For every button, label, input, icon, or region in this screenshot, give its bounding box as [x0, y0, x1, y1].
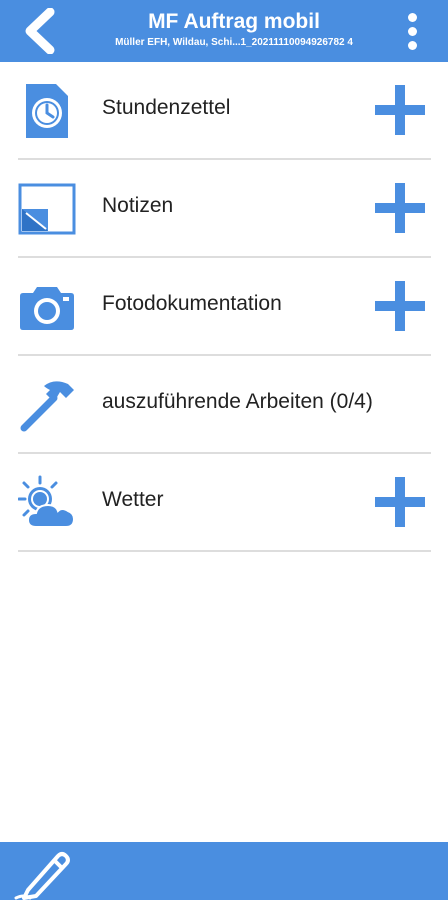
note-icon	[18, 180, 76, 238]
hammer-icon	[18, 376, 76, 434]
timesheet-clock-icon	[18, 82, 76, 140]
chevron-left-icon	[25, 8, 55, 54]
list-item-notizen[interactable]: Notizen	[18, 160, 431, 258]
add-wetter-button[interactable]	[375, 477, 425, 527]
list-item-fotodokumentation[interactable]: Fotodokumentation	[18, 258, 431, 356]
page-title: MF Auftrag mobil	[148, 10, 320, 33]
list-item-label: Notizen	[102, 194, 174, 217]
add-foto-button[interactable]	[375, 281, 425, 331]
add-notiz-button[interactable]	[375, 183, 425, 233]
list-item-label: Fotodokumentation	[102, 292, 282, 315]
more-vertical-icon	[407, 12, 417, 22]
page-subtitle: Müller EFH, Wildau, Schi...1_20211110094…	[115, 37, 353, 48]
camera-icon	[18, 278, 76, 336]
list-item-wetter[interactable]: Wetter	[18, 454, 431, 552]
list-item-stundenzettel[interactable]: Stundenzettel	[18, 62, 431, 160]
weather-icon	[18, 474, 76, 532]
list-item-label: auszuführende Arbeiten (0/4)	[102, 390, 373, 413]
pen-icon[interactable]	[14, 846, 76, 900]
menu-list: Stundenzettel Notizen Fotodokumentation	[18, 62, 431, 552]
list-item-label: Stundenzettel	[102, 96, 231, 119]
add-stundenzettel-button[interactable]	[375, 85, 425, 135]
overflow-menu-button[interactable]	[402, 6, 422, 56]
back-button[interactable]	[16, 6, 62, 56]
header-titles: MF Auftrag mobil Müller EFH, Wildau, Sch…	[70, 8, 398, 50]
bottom-bar	[0, 842, 448, 900]
list-item-arbeiten[interactable]: auszuführende Arbeiten (0/4)	[18, 356, 431, 454]
app-header: MF Auftrag mobil Müller EFH, Wildau, Sch…	[0, 0, 448, 62]
list-item-label: Wetter	[102, 488, 164, 511]
